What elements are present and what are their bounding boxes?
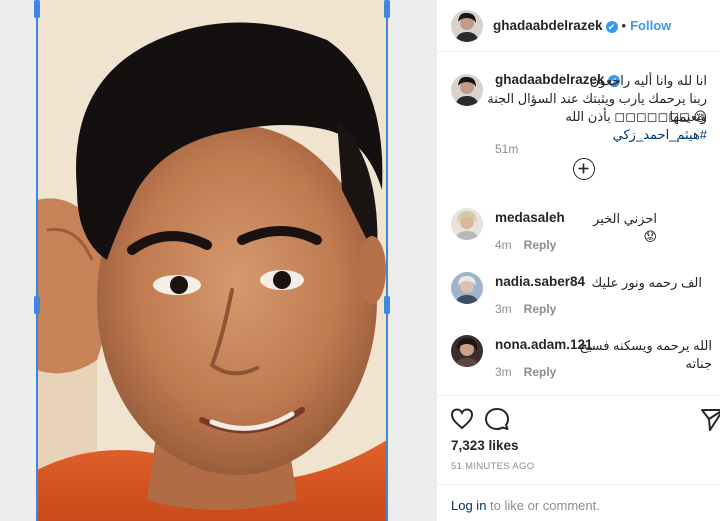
comment-text: احزني الخير 😟	[593, 211, 657, 244]
comment-time: 4m	[495, 238, 512, 252]
comment-time: 3m	[495, 365, 512, 379]
resize-handle-top-right[interactable]	[384, 0, 390, 18]
login-prompt: Log in to like or comment.	[437, 484, 720, 513]
share-button[interactable]	[699, 406, 720, 432]
selection-line-right	[386, 0, 388, 521]
reply-button[interactable]: Reply	[524, 302, 557, 316]
login-link[interactable]: Log in	[451, 498, 486, 513]
separator-dot: •	[621, 18, 627, 33]
post-sidebar: ghadaabdelrazek ✔ • Follow ghadaabdelrazek ✔…	[437, 0, 720, 521]
comment-meta: 3m Reply	[495, 302, 556, 316]
caption-timestamp: 51m	[495, 142, 519, 156]
portrait-illustration	[37, 0, 387, 521]
comment-meta: 3m Reply	[495, 365, 556, 379]
caption-text-prefix: 😪 ◻◻◻◻◻◻◻ بأذن الله	[565, 109, 707, 124]
avatar-image	[451, 335, 483, 367]
resize-handle-mid-right[interactable]	[384, 296, 390, 314]
reply-button[interactable]: Reply	[524, 238, 557, 252]
image-margin-left	[0, 0, 37, 521]
load-more-comments-button[interactable]	[573, 158, 595, 180]
verified-icon: ✔	[605, 20, 618, 33]
comment-time: 3m	[495, 302, 512, 316]
caption-hashtag[interactable]: #هيثم_احمد_زكي	[613, 127, 707, 142]
commenter-avatar[interactable]	[451, 272, 483, 304]
reply-button[interactable]: Reply	[524, 365, 557, 379]
caption-line-3: 😪 ◻◻◻◻◻◻◻ بأذن الله #هيثم_احمد_زكي	[477, 108, 707, 144]
comment-text: الف رحمه ونور عليك	[591, 275, 703, 290]
avatar-image	[451, 10, 483, 42]
comment-username[interactable]: medasaleh	[495, 210, 565, 225]
comment-button[interactable]	[484, 406, 510, 432]
heart-icon	[450, 408, 474, 430]
follow-button[interactable]: Follow	[630, 18, 671, 33]
comment-meta: 4m Reply	[495, 238, 556, 252]
resize-handle-top-left[interactable]	[34, 0, 40, 18]
login-prompt-text: to like or comment.	[486, 498, 600, 513]
resize-handle-mid-left[interactable]	[34, 296, 40, 314]
header-title-row: ghadaabdelrazek ✔ • Follow	[493, 18, 671, 33]
avatar-image	[451, 208, 483, 240]
post-header: ghadaabdelrazek ✔ • Follow	[437, 0, 720, 52]
comment-text: الله يرحمه ويسكنه فسيح جناته	[579, 338, 712, 371]
comment-username[interactable]: nadia.saber84	[495, 274, 585, 289]
comment-header: nadia.saber84	[495, 274, 585, 289]
like-button[interactable]	[449, 406, 475, 432]
comment-header: medasaleh	[495, 210, 565, 225]
likes-count[interactable]: 7,323 likes	[451, 438, 519, 453]
plus-circle-icon	[578, 163, 589, 174]
author-avatar[interactable]	[451, 10, 483, 42]
image-margin-right	[387, 0, 436, 521]
comment-icon	[485, 408, 509, 430]
post-image-panel	[0, 0, 436, 521]
selection-line-left	[36, 0, 38, 521]
author-username[interactable]: ghadaabdelrazek	[493, 18, 603, 33]
share-icon	[701, 409, 720, 431]
commenter-avatar[interactable]	[451, 208, 483, 240]
commenter-avatar[interactable]	[451, 335, 483, 367]
caption-line-1: انا لله وانا أليه راجعون	[589, 73, 707, 88]
post-photo[interactable]	[37, 0, 387, 521]
post-time-ago: 51 MINUTES AGO	[451, 461, 535, 472]
avatar-image	[451, 272, 483, 304]
